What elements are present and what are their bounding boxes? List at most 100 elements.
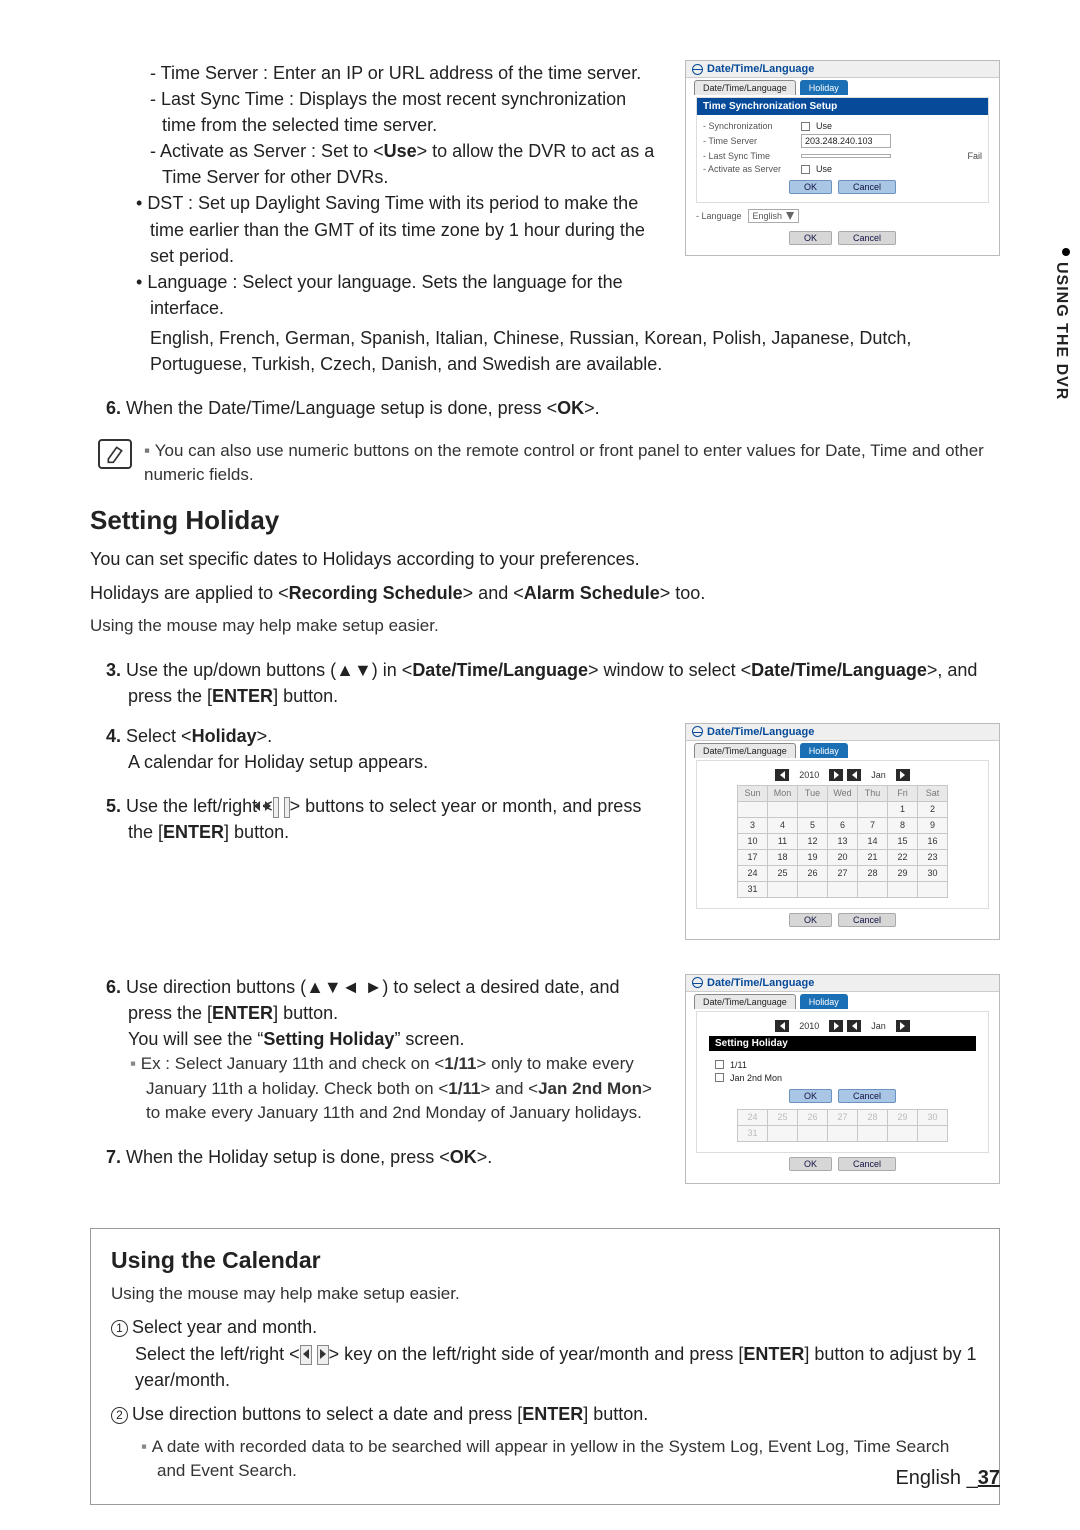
text: ” screen.: [394, 1029, 464, 1049]
paragraph: Using the mouse may help make setup easi…: [90, 614, 1000, 639]
dash-item: - Last Sync Time : Displays the most rec…: [90, 86, 659, 138]
footer-lang: English: [895, 1467, 961, 1489]
ok-button[interactable]: OK: [789, 1157, 832, 1171]
example-note: Ex : Select January 11th and check on <1…: [90, 1052, 659, 1126]
tab-holiday[interactable]: Holiday: [800, 743, 848, 758]
step-6: 6. When the Date/Time/Language setup is …: [90, 395, 1000, 421]
note-icon: [98, 439, 132, 469]
select-value: English: [753, 211, 783, 221]
month-prev-button[interactable]: [847, 769, 861, 781]
text-bold: Jan 2nd Mon: [538, 1079, 642, 1098]
text: > key on the left/right side of year/mon…: [329, 1344, 744, 1364]
year-prev-button[interactable]: [775, 769, 789, 781]
step-6b: 6. Use direction buttons (▲▼◄ ►) to sele…: [90, 974, 659, 1052]
dialog-title: Setting Holiday: [709, 1036, 976, 1051]
text: Select the left/right <: [135, 1344, 300, 1364]
label: - Synchronization: [703, 121, 795, 131]
text: >.: [477, 1147, 493, 1167]
bullet-item: Language : Select your language. Sets th…: [90, 269, 659, 321]
text: ] button.: [273, 686, 338, 706]
year-prev-button[interactable]: [775, 1020, 789, 1032]
section-heading-setting-holiday: Setting Holiday: [90, 505, 1000, 536]
intro-text-block: - Time Server : Enter an IP or URL addre…: [90, 60, 659, 321]
month-next-button[interactable]: [896, 1020, 910, 1032]
ok-button[interactable]: OK: [789, 913, 832, 927]
text: > and <: [463, 583, 524, 603]
figure-calendar: Date/Time/Language Date/Time/Language Ho…: [685, 723, 1000, 940]
callout-heading: Using the Calendar: [111, 1247, 979, 1274]
text-bold: Use: [384, 141, 417, 161]
page-footer: English _37: [895, 1467, 1000, 1490]
cancel-button[interactable]: Cancel: [838, 1157, 896, 1171]
paragraph: Using the mouse may help make setup easi…: [111, 1282, 979, 1307]
tab-holiday[interactable]: Holiday: [800, 80, 848, 95]
month-next-button[interactable]: [896, 769, 910, 781]
text: When the Holiday setup is done, press <: [126, 1147, 450, 1167]
value: Use: [816, 164, 832, 174]
circled-number-icon: 2: [111, 1407, 128, 1424]
ok-button[interactable]: OK: [789, 231, 832, 245]
text-bold: OK: [557, 398, 584, 418]
text-bold: Holiday: [192, 726, 257, 746]
text: ] button.: [224, 822, 289, 842]
text: > window to select <: [588, 660, 751, 680]
option-label: Jan 2nd Mon: [730, 1073, 782, 1083]
text: Use direction buttons to select a date a…: [132, 1404, 522, 1424]
step-number: 6.: [106, 977, 121, 997]
side-tab-dot: [1062, 248, 1070, 256]
status-text: Fail: [967, 151, 982, 161]
year-next-button[interactable]: [829, 1020, 843, 1032]
text: >.: [584, 398, 600, 418]
cancel-button[interactable]: Cancel: [838, 180, 896, 194]
last-sync-field: [801, 154, 891, 158]
text: >.: [257, 726, 273, 746]
option-label: 1/11: [730, 1060, 747, 1070]
cancel-button[interactable]: Cancel: [838, 913, 896, 927]
text: - Activate as Server : Set to <: [150, 141, 384, 161]
right-key-icon: [317, 1345, 329, 1366]
value: Use: [816, 121, 832, 131]
language-select[interactable]: English: [748, 209, 800, 223]
checkbox[interactable]: [801, 165, 810, 174]
note-block: You can also use numeric buttons on the …: [98, 439, 1000, 487]
ok-button[interactable]: OK: [789, 1089, 832, 1103]
text-bold: OK: [450, 1147, 477, 1167]
tab-datetime[interactable]: Date/Time/Language: [694, 994, 796, 1009]
note-text: You can also use numeric buttons on the …: [144, 439, 1000, 487]
tab-holiday[interactable]: Holiday: [800, 994, 848, 1009]
tab-datetime[interactable]: Date/Time/Language: [694, 743, 796, 758]
text: Use the left/right <: [126, 796, 273, 816]
cancel-button[interactable]: Cancel: [838, 231, 896, 245]
figure-title: Date/Time/Language: [707, 726, 814, 738]
checkbox[interactable]: [801, 122, 810, 131]
text: Use direction buttons (▲▼◄ ►) to select …: [126, 977, 620, 1023]
bullet-item: DST : Set up Daylight Saving Time with i…: [90, 190, 659, 268]
numbered-item-2: 2Use direction buttons to select a date …: [111, 1401, 979, 1427]
checkbox[interactable]: [715, 1060, 724, 1069]
left-key-icon: [300, 1345, 312, 1366]
checkbox[interactable]: [715, 1073, 724, 1082]
step-number: 4.: [106, 726, 121, 746]
year-next-button[interactable]: [829, 769, 843, 781]
ok-button[interactable]: OK: [789, 180, 832, 194]
text: When the Date/Time/Language setup is don…: [126, 398, 557, 418]
calendar-grid[interactable]: SunMonTueWedThuFriSat1234567891011121314…: [737, 785, 948, 898]
text-bold: 1/11: [444, 1054, 476, 1073]
step-4: 4. Select <Holiday>.A calendar for Holid…: [90, 723, 659, 775]
month-prev-button[interactable]: [847, 1020, 861, 1032]
text: You will see the “: [128, 1029, 263, 1049]
paragraph: You can set specific dates to Holidays a…: [90, 546, 1000, 572]
label: - Language: [696, 211, 742, 221]
globe-icon: [692, 726, 703, 737]
step-number: 7.: [106, 1147, 121, 1167]
cancel-button[interactable]: Cancel: [838, 1089, 896, 1103]
text-bold: ENTER: [212, 686, 273, 706]
numbered-item-1: 1Select year and month. Select the left/…: [111, 1314, 979, 1392]
step-number: 5.: [106, 796, 121, 816]
text-bold: ENTER: [743, 1344, 804, 1364]
text: > and <: [480, 1079, 538, 1098]
tab-datetime[interactable]: Date/Time/Language: [694, 80, 796, 95]
text-bold: Setting Holiday: [263, 1029, 394, 1049]
figure-time-sync: Date/Time/Language Date/Time/Language Ho…: [685, 60, 1000, 321]
time-server-field[interactable]: 203.248.240.103: [801, 134, 891, 148]
